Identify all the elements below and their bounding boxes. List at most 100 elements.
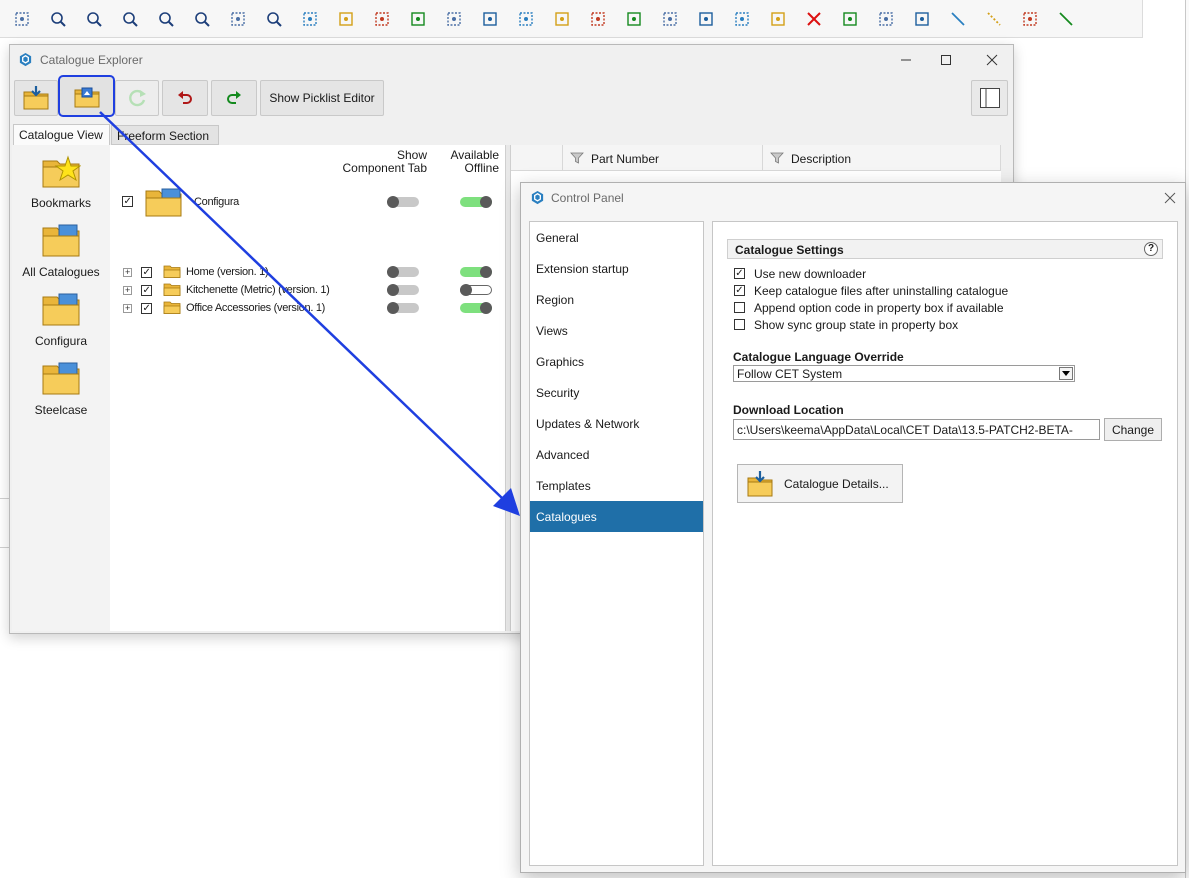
cut-icon[interactable] <box>840 9 860 29</box>
section-title: Catalogue Settings <box>735 243 844 257</box>
nav-item-security[interactable]: Security <box>530 377 703 408</box>
level-icon[interactable] <box>12 9 32 29</box>
expand-icon[interactable]: + <box>123 286 132 295</box>
align-icon[interactable] <box>444 9 464 29</box>
nav-item-graphics[interactable]: Graphics <box>530 346 703 377</box>
nav-item-catalogues[interactable]: Catalogues <box>530 501 703 532</box>
nav-item-extension-startup[interactable]: Extension startup <box>530 253 703 284</box>
sidebar-item-steelcase[interactable]: Steelcase <box>12 360 110 417</box>
sidebar-item-bookmarks[interactable]: Bookmarks <box>12 153 110 210</box>
pan-hand-icon[interactable] <box>228 9 248 29</box>
checkbox[interactable]: ✓ <box>122 196 133 207</box>
column-part-number[interactable]: Part Number <box>563 145 763 171</box>
path-icon[interactable] <box>912 9 932 29</box>
available-offline-toggle[interactable] <box>460 302 492 314</box>
show-component-tab-toggle[interactable] <box>387 196 419 208</box>
nav-item-templates[interactable]: Templates <box>530 470 703 501</box>
header-line: Component Tab <box>342 161 427 175</box>
preview-window-icon[interactable] <box>300 9 320 29</box>
tab-freeform-section[interactable]: Freeform Section <box>111 125 219 145</box>
paint-bucket-icon[interactable] <box>408 9 428 29</box>
tree-row[interactable]: + ✓ Home (version. 1) <box>110 264 505 282</box>
tree-row-root[interactable]: ✓ Configura <box>110 187 505 217</box>
nav-item-advanced[interactable]: Advanced <box>530 439 703 470</box>
measure-icon[interactable] <box>480 9 500 29</box>
note-icon[interactable] <box>624 9 644 29</box>
available-offline-toggle[interactable] <box>460 196 492 208</box>
catalogue-details-button[interactable]: Catalogue Details... <box>737 464 903 503</box>
connect-icon[interactable] <box>696 9 716 29</box>
show-component-tab-toggle[interactable] <box>387 302 419 314</box>
group-icon[interactable] <box>876 9 896 29</box>
checkbox[interactable] <box>734 319 745 330</box>
import-catalogue-button[interactable] <box>14 80 58 116</box>
nav-item-region[interactable]: Region <box>530 284 703 315</box>
available-offline-toggle[interactable] <box>460 284 492 296</box>
chevron-down-icon[interactable] <box>1059 367 1073 380</box>
zoom-out-icon[interactable] <box>156 9 176 29</box>
download-location-field[interactable]: c:\Users\keema\AppData\Local\CET Data\13… <box>733 419 1100 440</box>
grid-header-blank <box>511 145 563 171</box>
dimension-icon[interactable] <box>1056 9 1076 29</box>
undo-button[interactable] <box>162 80 208 116</box>
button-label: Catalogue Details... <box>784 477 889 491</box>
checkbox[interactable]: ✓ <box>734 268 745 279</box>
help-icon[interactable]: ? <box>1144 242 1158 256</box>
tree-row[interactable]: + ✓ Kitchenette (Metric) (version. 1) <box>110 282 505 300</box>
zoom-extents-alt-icon[interactable] <box>48 9 68 29</box>
filter-icon[interactable] <box>770 151 784 165</box>
panel-layout-button[interactable] <box>971 80 1008 116</box>
ruler-icon[interactable] <box>1020 9 1040 29</box>
checkbox[interactable]: ✓ <box>141 285 152 296</box>
checkbox[interactable] <box>734 302 745 313</box>
show-picklist-editor-button[interactable]: Show Picklist Editor <box>260 80 384 116</box>
cet-logo-icon <box>531 190 544 205</box>
maximize-icon[interactable] <box>936 51 956 69</box>
zoom-extents-icon[interactable] <box>84 9 104 29</box>
available-offline-toggle[interactable] <box>460 266 492 278</box>
show-component-tab-toggle[interactable] <box>387 266 419 278</box>
layer-icon[interactable] <box>372 9 392 29</box>
checkbox[interactable]: ✓ <box>734 285 745 296</box>
close-icon[interactable] <box>1162 190 1178 206</box>
select-rect-icon[interactable] <box>552 9 572 29</box>
redo-button[interactable] <box>211 80 257 116</box>
column-description[interactable]: Description <box>763 145 1001 171</box>
select-lasso-icon[interactable] <box>588 9 608 29</box>
sparkle-icon[interactable] <box>516 9 536 29</box>
nav-item-views[interactable]: Views <box>530 315 703 346</box>
bounding-box-icon[interactable] <box>732 9 752 29</box>
sidebar-item-configura[interactable]: Configura <box>12 291 110 348</box>
folder-icon <box>163 301 181 314</box>
language-override-select[interactable]: Follow CET System <box>733 365 1075 382</box>
nav-item-general[interactable]: General <box>530 222 703 253</box>
checkbox[interactable]: ✓ <box>141 267 152 278</box>
close-icon[interactable] <box>982 51 1002 69</box>
arrow-up-icon[interactable] <box>660 9 680 29</box>
bookmark-folder-icon <box>42 155 82 188</box>
delete-x-icon[interactable] <box>804 9 824 29</box>
expand-icon[interactable]: + <box>123 268 132 277</box>
minimize-icon[interactable] <box>896 51 916 69</box>
dashed-line-icon[interactable] <box>984 9 1004 29</box>
refresh-button[interactable] <box>115 80 159 116</box>
checkbox[interactable]: ✓ <box>141 303 152 314</box>
zoom-in-icon[interactable] <box>120 9 140 29</box>
filter-icon[interactable] <box>570 151 584 165</box>
tab-catalogue-view[interactable]: Catalogue View <box>13 124 110 145</box>
expand-icon[interactable]: + <box>123 304 132 313</box>
line-icon[interactable] <box>948 9 968 29</box>
zoom-window-icon[interactable] <box>192 9 212 29</box>
sidebar-item-label: Steelcase <box>34 403 88 417</box>
frame-icon[interactable] <box>336 9 356 29</box>
column-label: Part Number <box>591 152 660 166</box>
tree-row[interactable]: + ✓ Office Accessories (version. 1) <box>110 300 505 318</box>
show-component-tab-toggle[interactable] <box>387 284 419 296</box>
scale-icon[interactable] <box>768 9 788 29</box>
zoom-selection-icon[interactable] <box>264 9 284 29</box>
change-button[interactable]: Change <box>1104 418 1162 441</box>
nav-item-updates-network[interactable]: Updates & Network <box>530 408 703 439</box>
language-override-label: Catalogue Language Override <box>733 350 904 364</box>
sidebar-item-all-catalogues[interactable]: All Catalogues <box>12 222 110 279</box>
open-catalogue-folder-button[interactable] <box>58 75 115 117</box>
